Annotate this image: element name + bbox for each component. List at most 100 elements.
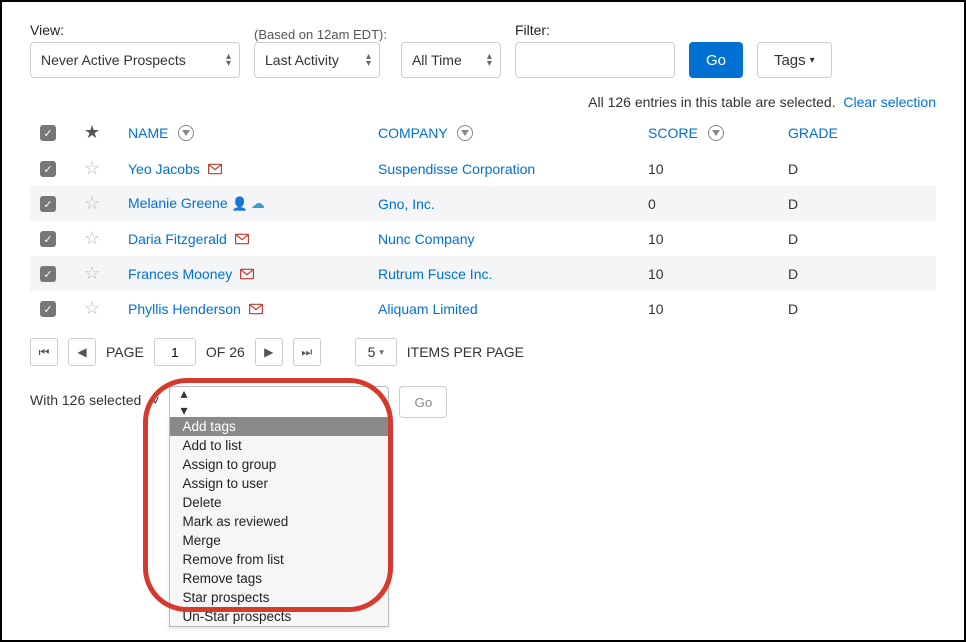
per-page-label: ITEMS PER PAGE (407, 344, 524, 360)
company-link[interactable]: Nunc Company (378, 231, 475, 247)
bulk-go-button[interactable]: Go (399, 386, 447, 418)
spacer (401, 22, 501, 38)
page-of-label: OF 26 (206, 344, 245, 360)
mail-icon[interactable] (235, 231, 249, 247)
col-score[interactable]: SCORE (648, 125, 698, 141)
col-grade[interactable]: GRADE (788, 125, 838, 141)
star-header-icon[interactable]: ★ (84, 122, 100, 142)
spacer (757, 22, 832, 38)
range-select[interactable]: All Time ▴▾ (401, 42, 501, 78)
prospect-name-link[interactable]: Phyllis Henderson (128, 301, 241, 317)
bulk-action-option[interactable]: Mark as reviewed (170, 512, 388, 531)
updown-caret-icon: ▴▾ (366, 53, 371, 67)
bulk-action-option[interactable]: Assign to group (170, 455, 388, 474)
score-cell: 10 (638, 256, 778, 291)
col-name[interactable]: NAME (128, 125, 168, 141)
view-select-value: Never Active Prospects (41, 52, 186, 68)
activity-select-value: Last Activity (265, 52, 339, 68)
updown-caret-icon: ▴▾ (226, 53, 231, 67)
row-checkbox[interactable]: ✓ (40, 266, 56, 282)
table-row: ✓ ☆ Frances Mooney Rutrum Fusce Inc. 10D (30, 256, 936, 291)
tags-button[interactable]: Tags ▾ (757, 42, 832, 78)
filter-bar: View: Never Active Prospects ▴▾ (Based o… (30, 22, 936, 78)
table-row: ✓ ☆ Phyllis Henderson Aliquam Limited 10D (30, 291, 936, 326)
bulk-action-option[interactable]: Remove from list (170, 550, 388, 569)
bulk-action-option[interactable]: Merge (170, 531, 388, 550)
select-all-checkbox[interactable]: ✓ (40, 125, 56, 141)
mail-icon[interactable] (240, 266, 254, 282)
bulk-action-select[interactable]: ▴▾ (169, 386, 389, 418)
activity-select[interactable]: Last Activity ▴▾ (254, 42, 380, 78)
clear-selection-link[interactable]: Clear selection (843, 94, 936, 110)
row-checkbox[interactable]: ✓ (40, 161, 56, 177)
table-row: ✓ ☆ Melanie Greene 👤☁ Gno, Inc. 0D (30, 186, 936, 221)
table-row: ✓ ☆ Yeo Jacobs Suspendisse Corporation 10D (30, 151, 936, 186)
score-cell: 10 (638, 221, 778, 256)
salesforce-cloud-icon: ☁ (251, 195, 265, 211)
selection-banner-text: All 126 entries in this table are select… (588, 94, 835, 110)
per-page-value: 5 (368, 344, 376, 360)
company-link[interactable]: Aliquam Limited (378, 301, 478, 317)
grade-cell: D (778, 186, 936, 221)
prospect-name-link[interactable]: Yeo Jacobs (128, 161, 200, 177)
company-link[interactable]: Gno, Inc. (378, 196, 435, 212)
range-select-value: All Time (412, 52, 462, 68)
last-page-button[interactable]: ⏭ (293, 338, 321, 366)
pager: ⏮ ◀ PAGE OF 26 ▶ ⏭ 5 ▾ ITEMS PER PAGE (30, 338, 936, 366)
filter-icon[interactable] (457, 125, 473, 141)
bulk-action-option[interactable]: Add to list (170, 436, 388, 455)
per-page-select[interactable]: 5 ▾ (355, 338, 397, 366)
grade-cell: D (778, 291, 936, 326)
row-star-icon[interactable]: ☆ (84, 298, 100, 318)
chevron-down-icon: ˅ (151, 386, 159, 408)
row-star-icon[interactable]: ☆ (84, 263, 100, 283)
company-link[interactable]: Suspendisse Corporation (378, 161, 535, 177)
tags-button-label: Tags (774, 52, 806, 69)
grade-cell: D (778, 151, 936, 186)
bulk-action-option[interactable]: Delete (170, 493, 388, 512)
prospects-table: ✓ ★ NAME COMPANY SCORE GRADE ✓ ☆ (30, 114, 936, 326)
row-star-icon[interactable]: ☆ (84, 193, 100, 213)
score-cell: 10 (638, 291, 778, 326)
bulk-action-option[interactable]: Un-Star prospects (170, 607, 388, 626)
based-note: (Based on 12am EDT): (254, 27, 387, 42)
table-row: ✓ ☆ Daria Fitzgerald Nunc Company 10D (30, 221, 936, 256)
prospect-name-link[interactable]: Daria Fitzgerald (128, 231, 227, 247)
grade-cell: D (778, 221, 936, 256)
mail-icon[interactable] (208, 161, 222, 177)
company-link[interactable]: Rutrum Fusce Inc. (378, 266, 492, 282)
filter-icon[interactable] (178, 125, 194, 141)
first-page-button[interactable]: ⏮ (30, 338, 58, 366)
filter-icon[interactable] (708, 125, 724, 141)
page-input[interactable] (154, 338, 196, 366)
bulk-action-option[interactable]: Remove tags (170, 569, 388, 588)
caret-down-icon: ▾ (379, 347, 384, 358)
row-star-icon[interactable]: ☆ (84, 228, 100, 248)
page-label: PAGE (106, 344, 144, 360)
score-cell: 10 (638, 151, 778, 186)
score-cell: 0 (638, 186, 778, 221)
caret-down-icon: ▾ (810, 55, 815, 66)
filter-input[interactable] (515, 42, 675, 78)
col-company[interactable]: COMPANY (378, 125, 448, 141)
spacer (689, 22, 743, 38)
bulk-action-option[interactable]: Star prospects (170, 588, 388, 607)
person-icon: 👤 (232, 196, 248, 211)
row-checkbox[interactable]: ✓ (40, 196, 56, 212)
bulk-action-row: With 126 selected ˅ ▴▾ Add tagsAdd to li… (30, 386, 936, 418)
prev-page-button[interactable]: ◀ (68, 338, 96, 366)
prospect-name-link[interactable]: Melanie Greene (128, 195, 228, 211)
row-checkbox[interactable]: ✓ (40, 231, 56, 247)
bulk-action-option[interactable]: Add tags (170, 417, 388, 436)
grade-cell: D (778, 256, 936, 291)
go-button[interactable]: Go (689, 42, 743, 78)
filter-label: Filter: (515, 22, 675, 38)
next-page-button[interactable]: ▶ (255, 338, 283, 366)
bulk-action-option[interactable]: Assign to user (170, 474, 388, 493)
row-star-icon[interactable]: ☆ (84, 158, 100, 178)
view-select[interactable]: Never Active Prospects ▴▾ (30, 42, 240, 78)
mail-icon[interactable] (249, 301, 263, 317)
prospect-name-link[interactable]: Frances Mooney (128, 266, 232, 282)
row-checkbox[interactable]: ✓ (40, 301, 56, 317)
with-selected-text: With 126 selected (30, 386, 141, 408)
